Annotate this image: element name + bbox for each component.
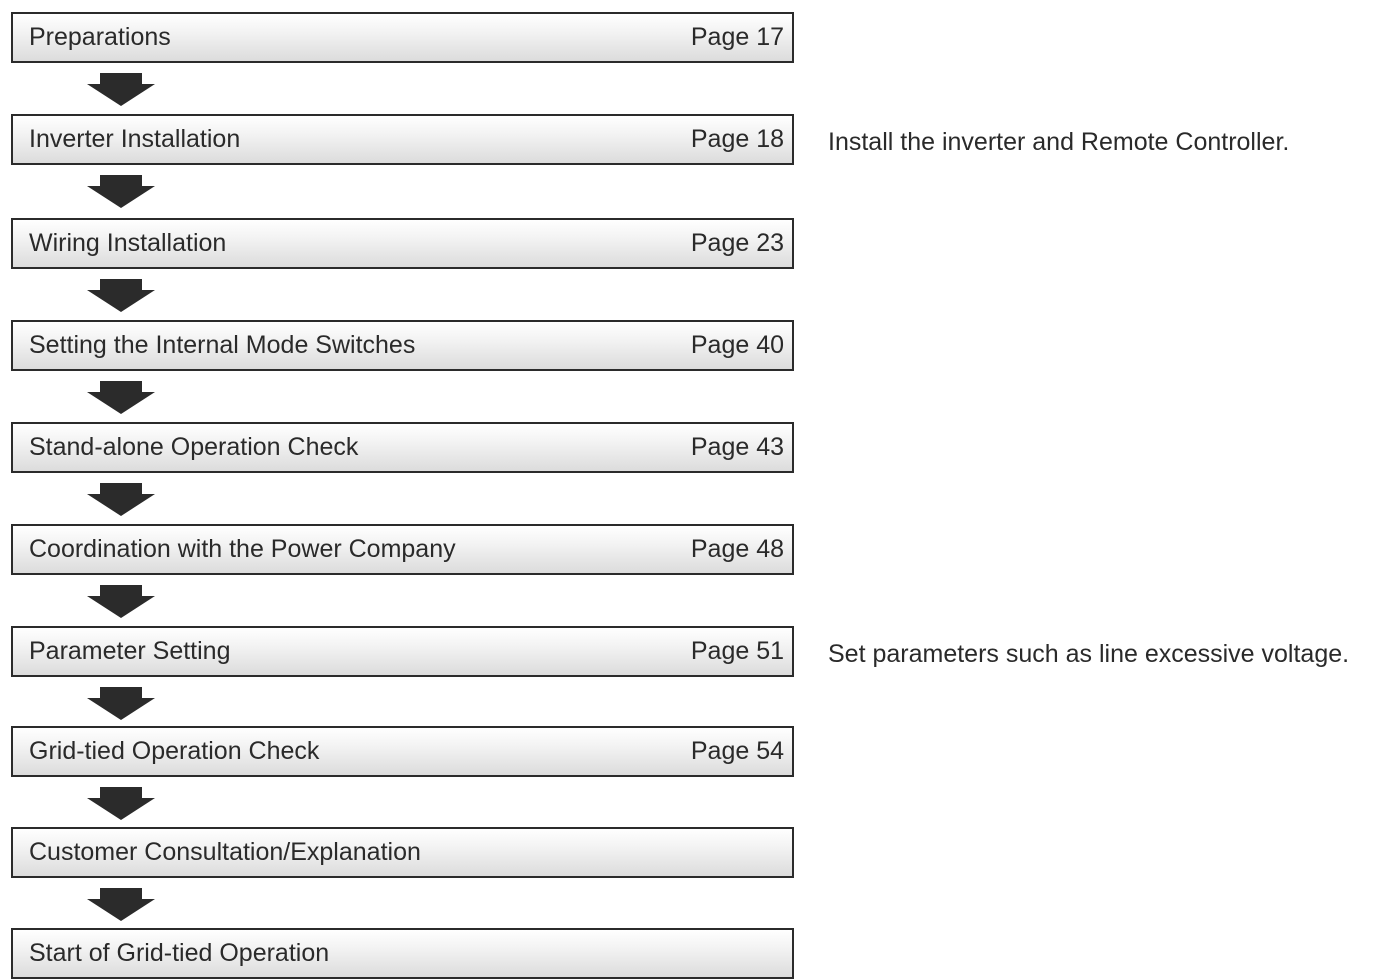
step-preparations: Preparations Page 17 — [11, 12, 794, 63]
step-page-ref: Page 51 — [690, 637, 784, 665]
step-label: Preparations — [29, 23, 171, 51]
step-page-ref: Page 18 — [690, 125, 784, 153]
step-grid-tied-operation-check: Grid-tied Operation Check Page 54 — [11, 726, 794, 777]
down-arrow-icon — [87, 381, 155, 414]
step-label: Wiring Installation — [29, 229, 227, 257]
step-page-ref: Page 43 — [690, 433, 784, 461]
step-coordination-with-the-power-company: Coordination with the Power Company Page … — [11, 524, 794, 575]
step-setting-the-internal-mode-switches: Setting the Internal Mode Switches Page 4… — [11, 320, 794, 371]
step-customer-consultation-explanation: Customer Consultation/Explanation — [11, 827, 794, 878]
down-arrow-icon — [87, 175, 155, 208]
step-page-ref: Page 17 — [690, 23, 784, 51]
step-start-of-grid-tied-operation: Start of Grid-tied Operation — [11, 928, 794, 979]
step-parameter-setting: Parameter Setting Page 51 — [11, 626, 794, 677]
down-arrow-icon — [87, 279, 155, 312]
step-label: Setting the Internal Mode Switches — [29, 331, 416, 359]
step-inverter-installation: Inverter Installation Page 18 — [11, 114, 794, 165]
step-label: Grid-tied Operation Check — [29, 737, 320, 765]
step-wiring-installation: Wiring Installation Page 23 — [11, 218, 794, 269]
step-page-ref: Page 48 — [690, 535, 784, 563]
step-label: Parameter Setting — [29, 637, 231, 665]
step-page-ref: Page 54 — [690, 737, 784, 765]
down-arrow-icon — [87, 585, 155, 618]
step-label: Coordination with the Power Company — [29, 535, 456, 563]
step-label: Customer Consultation/Explanation — [29, 838, 421, 866]
down-arrow-icon — [87, 787, 155, 820]
step-note: Install the inverter and Remote Controll… — [828, 128, 1290, 156]
down-arrow-icon — [87, 687, 155, 720]
step-page-ref: Page 40 — [690, 331, 784, 359]
step-label: Start of Grid-tied Operation — [29, 939, 330, 967]
down-arrow-icon — [87, 73, 155, 106]
down-arrow-icon — [87, 888, 155, 921]
step-label: Stand-alone Operation Check — [29, 433, 359, 461]
step-note: Set parameters such as line excessive vo… — [828, 640, 1350, 668]
step-page-ref: Page 23 — [690, 229, 784, 257]
step-stand-alone-operation-check: Stand-alone Operation Check Page 43 — [11, 422, 794, 473]
flowchart: Preparations Page 17 Inverter Installation… — [0, 0, 1385, 979]
down-arrow-icon — [87, 483, 155, 516]
step-label: Inverter Installation — [29, 125, 241, 153]
